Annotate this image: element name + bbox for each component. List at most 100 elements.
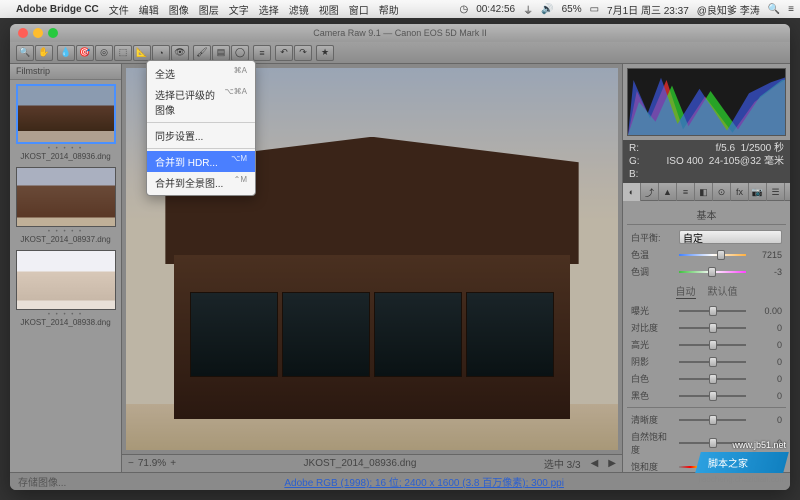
timer-icon: ◷ xyxy=(459,4,468,15)
menu-type[interactable]: 文字 xyxy=(229,2,249,17)
volume-icon[interactable]: 🔊 xyxy=(541,4,553,15)
aperture-value: f/5.6 xyxy=(716,143,735,154)
statusbar: 存储图像... Adobe RGB (1998); 16 位; 2400 x 1… xyxy=(10,472,790,490)
clarity-value[interactable]: 0 xyxy=(750,415,782,425)
menu-view[interactable]: 视图 xyxy=(319,2,339,17)
grad-filter-icon[interactable]: ▤ xyxy=(212,45,230,61)
menu-sync-settings[interactable]: 同步设置... xyxy=(147,125,255,146)
sampler-tool-icon[interactable]: 🎯 xyxy=(76,45,94,61)
radial-filter-icon[interactable]: ◯ xyxy=(231,45,249,61)
tint-slider[interactable] xyxy=(679,266,746,278)
tab-basic-icon[interactable]: ◐ xyxy=(623,183,641,201)
default-button[interactable]: 默认值 xyxy=(708,283,738,299)
user-name[interactable]: @良知爹 李涛 xyxy=(697,2,760,17)
app-name[interactable]: Adobe Bridge CC xyxy=(16,4,99,15)
tab-hsl-icon[interactable]: ≡ xyxy=(677,183,695,201)
crop-tool-icon[interactable]: ⬚ xyxy=(114,45,132,61)
tint-value[interactable]: -3 xyxy=(750,267,782,277)
hand-tool-icon[interactable]: ✋ xyxy=(35,45,53,61)
exposure-value[interactable]: 0.00 xyxy=(750,306,782,316)
selection-counter: 选中 3/3 xyxy=(544,456,581,471)
auto-button[interactable]: 自动 xyxy=(676,283,696,299)
zoom-value[interactable]: 71.9% xyxy=(138,458,166,469)
basic-panel: 基本 白平衡: 自定 色温 7215 色调 -3 自动 默认值 xyxy=(623,201,790,472)
save-image-button[interactable]: 存储图像... xyxy=(18,474,66,489)
preview-filename: JKOST_2014_08936.dng xyxy=(186,458,534,469)
shadows-slider[interactable] xyxy=(679,356,746,368)
menu-image[interactable]: 图像 xyxy=(169,2,189,17)
menu-merge-hdr[interactable]: 合并到 HDR...⌥M xyxy=(147,151,255,172)
whites-value[interactable]: 0 xyxy=(750,374,782,384)
blacks-slider[interactable] xyxy=(679,390,746,402)
workflow-options-link[interactable]: Adobe RGB (1998); 16 位; 2400 x 1600 (3.8… xyxy=(66,474,782,489)
thumb-item[interactable]: • • • • • JKOST_2014_08937.dng xyxy=(14,167,117,244)
shadows-value[interactable]: 0 xyxy=(750,357,782,367)
spot-removal-icon[interactable]: ◔ xyxy=(152,45,170,61)
zoom-out-button[interactable]: − xyxy=(128,458,134,469)
exposure-label: 曝光 xyxy=(631,304,675,317)
clarity-label: 清晰度 xyxy=(631,413,675,426)
highlights-slider[interactable] xyxy=(679,339,746,351)
thumb-item[interactable]: • • • • • JKOST_2014_08938.dng xyxy=(14,250,117,327)
highlights-value[interactable]: 0 xyxy=(750,340,782,350)
tab-detail-icon[interactable]: ▲ xyxy=(659,183,677,201)
exposure-slider[interactable] xyxy=(679,305,746,317)
tab-curve-icon[interactable]: ⤴ xyxy=(641,183,659,201)
info-readout: R: G: B: f/5.6 1/2500 秒 ISO 400 24-105@3… xyxy=(623,140,790,183)
zoom-tool-icon[interactable]: 🔍 xyxy=(16,45,34,61)
thumb-item[interactable]: • • • • • JKOST_2014_08936.dng xyxy=(14,84,117,161)
temp-value[interactable]: 7215 xyxy=(750,250,782,260)
menu-select-all[interactable]: 全选⌘A xyxy=(147,63,255,84)
blacks-value[interactable]: 0 xyxy=(750,391,782,401)
zoom-in-button[interactable]: + xyxy=(170,458,176,469)
filmstrip-body[interactable]: • • • • • JKOST_2014_08936.dng • • • • •… xyxy=(10,80,121,472)
menu-select[interactable]: 选择 xyxy=(259,2,279,17)
thumb-label: JKOST_2014_08936.dng xyxy=(14,152,117,161)
adjust-brush-icon[interactable]: 🖌 xyxy=(193,45,211,61)
clarity-slider[interactable] xyxy=(679,414,746,426)
next-image-button[interactable]: ▶ xyxy=(608,458,616,469)
wb-tool-icon[interactable]: 💧 xyxy=(57,45,75,61)
target-adjust-icon[interactable]: ◎ xyxy=(95,45,113,61)
contrast-value[interactable]: 0 xyxy=(750,323,782,333)
tab-camera-icon[interactable]: 📷 xyxy=(749,183,767,201)
rotate-ccw-icon[interactable]: ↶ xyxy=(275,45,293,61)
wifi-icon[interactable]: ⏚ xyxy=(523,2,533,17)
saturation-slider[interactable] xyxy=(679,461,746,473)
vibrance-label: 自然饱和度 xyxy=(631,430,675,456)
histogram[interactable] xyxy=(627,68,786,136)
menu-icon[interactable]: ≡ xyxy=(788,4,794,15)
saturation-value[interactable]: 0 xyxy=(750,462,782,472)
search-icon[interactable]: 🔍 xyxy=(768,4,780,15)
vibrance-slider[interactable] xyxy=(679,437,746,449)
wb-select[interactable]: 自定 xyxy=(679,230,782,244)
battery-value: 65% xyxy=(562,4,582,15)
menu-help[interactable]: 帮助 xyxy=(379,2,399,17)
thumb-image xyxy=(16,84,116,144)
tab-fx-icon[interactable]: fx xyxy=(731,183,749,201)
date-time[interactable]: 7月1日 周三 23:37 xyxy=(607,2,689,17)
prev-image-button[interactable]: ◀ xyxy=(591,458,599,469)
tab-split-icon[interactable]: ◧ xyxy=(695,183,713,201)
menu-file[interactable]: 文件 xyxy=(109,2,129,17)
tab-presets-icon[interactable]: ☰ xyxy=(767,183,785,201)
thumb-label: JKOST_2014_08937.dng xyxy=(14,235,117,244)
contrast-slider[interactable] xyxy=(679,322,746,334)
redeye-tool-icon[interactable]: 👁 xyxy=(171,45,189,61)
thumb-image xyxy=(16,167,116,227)
star-icon[interactable]: ★ xyxy=(316,45,334,61)
whites-slider[interactable] xyxy=(679,373,746,385)
menu-layer[interactable]: 图层 xyxy=(199,2,219,17)
menu-filter[interactable]: 滤镜 xyxy=(289,2,309,17)
vibrance-value[interactable]: 0 xyxy=(750,438,782,448)
straighten-tool-icon[interactable]: 📐 xyxy=(133,45,151,61)
menu-window[interactable]: 窗口 xyxy=(349,2,369,17)
filmstrip-header: Filmstrip xyxy=(10,64,121,80)
menu-select-rated[interactable]: 选择已评级的图像⌥⌘A xyxy=(147,84,255,120)
menu-edit[interactable]: 编辑 xyxy=(139,2,159,17)
prefs-icon[interactable]: ≡ xyxy=(253,45,271,61)
tab-lens-icon[interactable]: ⊙ xyxy=(713,183,731,201)
rotate-cw-icon[interactable]: ↷ xyxy=(294,45,312,61)
menu-merge-pano[interactable]: 合并到全景图...⌃M xyxy=(147,172,255,193)
temp-slider[interactable] xyxy=(679,249,746,261)
